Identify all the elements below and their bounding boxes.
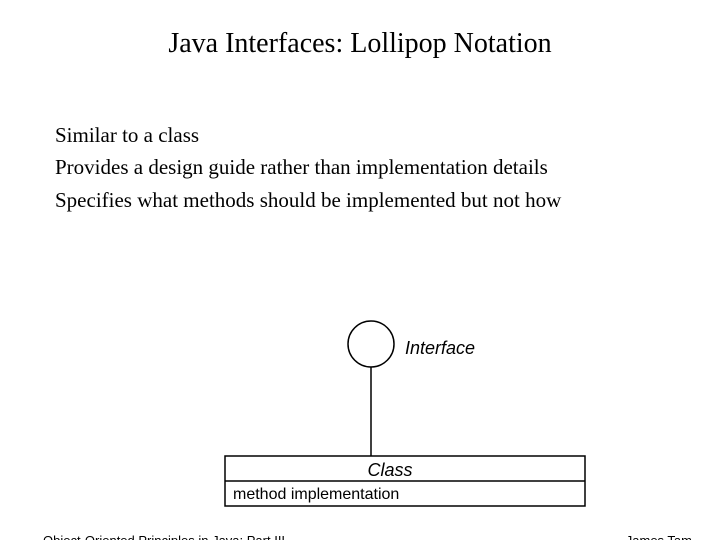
slide-title: Java Interfaces: Lollipop Notation bbox=[0, 28, 720, 60]
class-label: Class bbox=[315, 460, 465, 481]
bullet-item: Provides a design guide rather than impl… bbox=[55, 152, 720, 182]
footer-right: James Tam bbox=[626, 533, 692, 540]
footer-left: Object-Oriented Principles in Java: Part… bbox=[43, 533, 285, 540]
bullet-item: Similar to a class bbox=[55, 120, 720, 150]
bullet-item: Specifies what methods should be impleme… bbox=[55, 185, 720, 215]
bullet-list: Similar to a class Provides a design gui… bbox=[55, 120, 720, 215]
method-implementation-label: method implementation bbox=[233, 486, 399, 504]
interface-label: Interface bbox=[405, 338, 475, 359]
interface-circle-icon bbox=[348, 321, 394, 367]
